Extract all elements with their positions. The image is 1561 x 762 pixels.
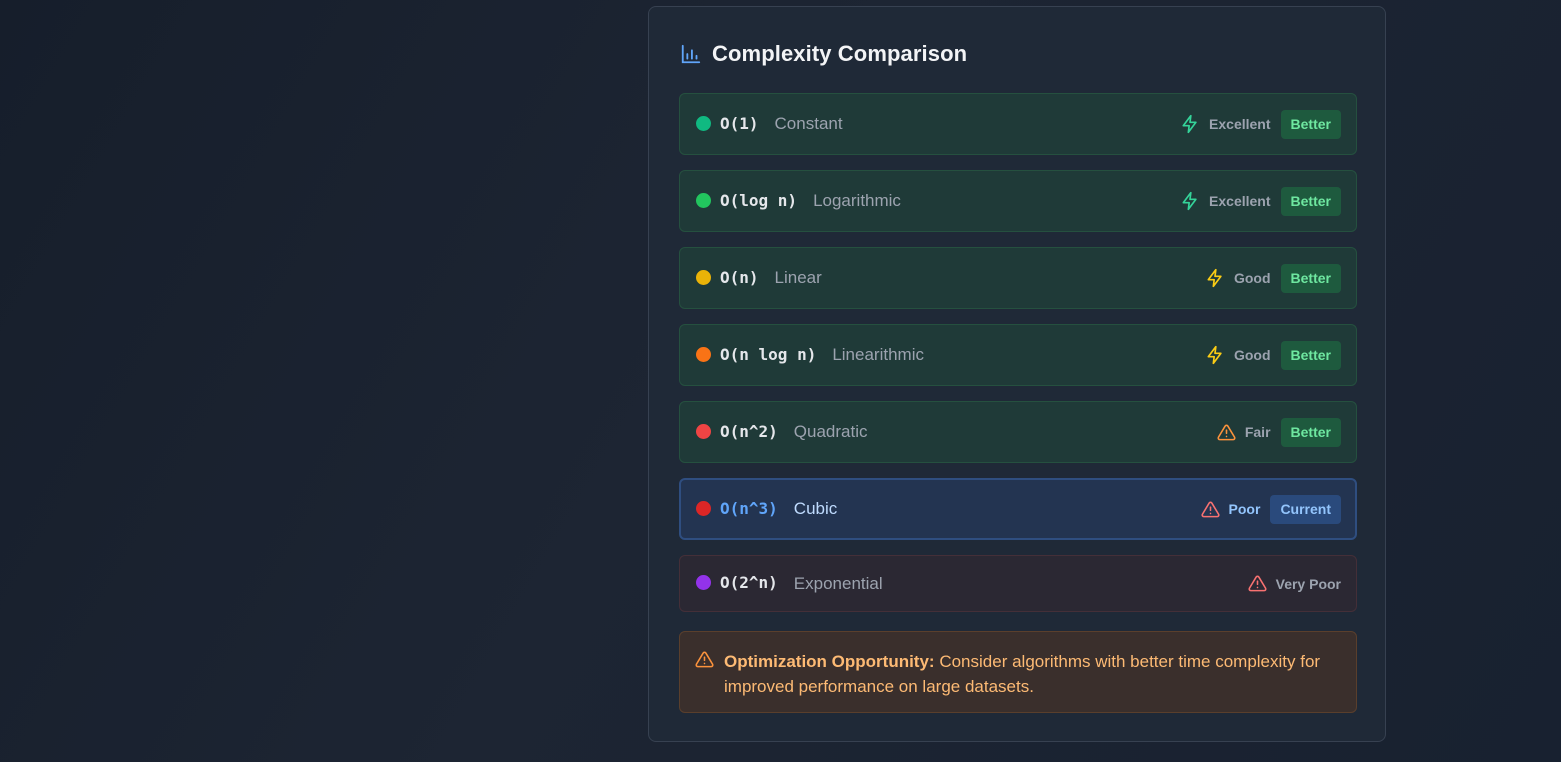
lightning-icon xyxy=(1180,191,1200,211)
complexity-row[interactable]: O(n^2) Quadratic Fair Better xyxy=(679,401,1357,463)
complexity-row[interactable]: O(n log n) Linearithmic Good Better xyxy=(679,324,1357,386)
complexity-notation: O(log n) xyxy=(720,190,798,210)
complexity-notation: O(n^3) xyxy=(720,498,778,518)
row-rating: Very Poor xyxy=(1275,575,1341,592)
lightning-icon xyxy=(1205,268,1225,288)
warning-triangle-icon xyxy=(1200,500,1220,519)
complexity-notation: O(n log n) xyxy=(720,344,817,364)
complexity-dot xyxy=(696,192,711,208)
panel-title: Complexity Comparison xyxy=(712,41,968,66)
complexity-notation: O(1) xyxy=(720,113,759,133)
complexity-name: Linearithmic xyxy=(832,345,924,364)
complexity-dot xyxy=(696,346,711,362)
complexity-name: Quadratic xyxy=(793,422,868,441)
complexity-notation: O(n) xyxy=(720,267,759,287)
row-badge: Current xyxy=(1270,494,1341,524)
complexity-dot xyxy=(696,500,711,516)
complexity-name: Constant xyxy=(774,114,843,133)
bar-chart-icon xyxy=(680,43,702,65)
warning-title: Optimization Opportunity: xyxy=(724,652,935,671)
panel-header: Complexity Comparison xyxy=(680,41,967,67)
row-badge: Better xyxy=(1280,109,1341,139)
row-badge: Better xyxy=(1280,186,1341,216)
optimization-warning: Optimization Opportunity: Consider algor… xyxy=(679,631,1357,713)
row-badge: Better xyxy=(1280,417,1341,447)
complexity-row[interactable]: O(log n) Logarithmic Excellent Better xyxy=(679,170,1357,232)
complexity-dot xyxy=(696,115,711,131)
complexity-name: Linear xyxy=(774,268,822,287)
warning-text: Optimization Opportunity: Consider algor… xyxy=(724,649,1336,699)
complexity-row[interactable]: O(2^n) Exponential Very Poor xyxy=(679,555,1357,612)
complexity-row[interactable]: O(1) Constant Excellent Better xyxy=(679,93,1357,155)
row-rating: Poor xyxy=(1228,501,1261,517)
complexity-dot xyxy=(696,575,711,590)
lightning-icon xyxy=(1180,114,1200,134)
complexity-name: Exponential xyxy=(793,573,883,593)
complexity-panel: Complexity Comparison O(1) Constant Excell… xyxy=(648,6,1386,742)
complexity-notation: O(n^2) xyxy=(720,421,778,441)
warning-triangle-icon xyxy=(1248,574,1267,593)
complexity-dot xyxy=(696,269,711,285)
complexity-row[interactable]: O(n^3) Cubic Poor Current xyxy=(679,478,1357,540)
row-rating: Fair xyxy=(1244,424,1271,440)
complexity-row[interactable]: O(n) Linear Good Better xyxy=(679,247,1357,309)
row-rating: Good xyxy=(1233,347,1271,363)
warning-triangle-icon xyxy=(1217,423,1236,442)
row-rating: Excellent xyxy=(1209,193,1271,209)
warning-triangle-icon xyxy=(695,650,714,669)
complexity-name: Cubic xyxy=(793,499,838,518)
lightning-icon xyxy=(1205,345,1225,365)
row-badge: Better xyxy=(1280,340,1341,370)
row-rating: Excellent xyxy=(1209,116,1271,132)
complexity-name: Logarithmic xyxy=(813,191,901,210)
complexity-dot xyxy=(696,423,711,439)
row-badge: Better xyxy=(1280,263,1341,293)
row-rating: Good xyxy=(1233,270,1271,286)
complexity-notation: O(2^n) xyxy=(720,573,778,592)
